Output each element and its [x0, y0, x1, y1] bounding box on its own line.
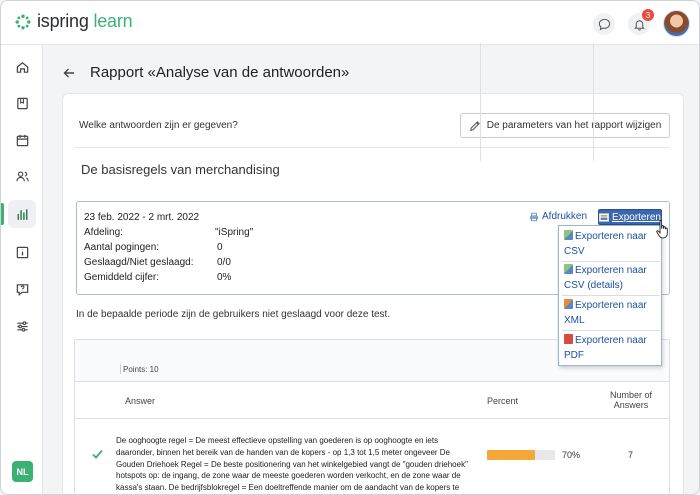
hand-cursor-icon	[656, 220, 668, 239]
question-text: Welke antwoorden zijn er gegeven?	[79, 120, 238, 131]
printer-icon	[529, 212, 539, 221]
export-button[interactable]: Exporteren	[598, 209, 662, 225]
column-header-answer: Answer	[125, 396, 156, 406]
print-label: Afdrukken	[542, 211, 588, 222]
menu-divider	[562, 330, 660, 331]
date-range: 23 feb. 2022 - 2 mrt. 2022	[84, 212, 200, 223]
percent-bar-fill	[487, 450, 535, 460]
export-pdf-option[interactable]: Exporteren naar PDF	[562, 333, 660, 363]
export-option-text: Exporteren naar	[575, 335, 647, 346]
print-link[interactable]: Afdrukken	[529, 211, 587, 222]
export-icon	[599, 212, 610, 222]
csv-file-icon	[564, 264, 573, 274]
change-parameters-label: De parameters van het rapport wijzigen	[486, 120, 662, 131]
sidebar-item-help[interactable]	[8, 275, 36, 303]
column-header-percent: Percent	[487, 396, 519, 406]
summary-value: 0%	[217, 272, 232, 283]
summary-label: Afdeling:	[84, 227, 123, 238]
pdf-file-icon	[564, 334, 573, 344]
answer-count: 7	[628, 450, 634, 460]
answer-text: De ooghoogte regel = De meest effectieve…	[116, 436, 468, 493]
ispring-logo-icon	[15, 14, 31, 29]
change-parameters-button[interactable]: De parameters van het rapport wijzigen	[460, 113, 670, 138]
divider	[74, 147, 670, 148]
info-icon	[16, 246, 28, 258]
export-option-format: CSV	[564, 246, 585, 257]
table-header-row	[75, 382, 669, 419]
back-arrow-icon[interactable]	[61, 65, 77, 81]
csv-file-icon	[564, 230, 573, 240]
sidebar-item-calendar[interactable]	[8, 126, 36, 154]
course-title: De basisregels van merchandising	[81, 162, 280, 177]
sidebar-item-reports[interactable]	[1, 200, 36, 228]
summary-value: "iSpring"	[215, 227, 254, 238]
column-header-number-line: Number of	[609, 390, 653, 400]
logo-text: ispring learn	[37, 11, 133, 31]
export-menu: Exporteren naar CSV Exporteren naar CSV (d…	[558, 225, 662, 366]
settings-sliders-icon	[16, 320, 28, 332]
notifications-button[interactable]: 3	[628, 9, 654, 35]
column-divider	[480, 43, 481, 161]
column-header-number-line: Answers	[613, 400, 649, 410]
export-option-text: Exporteren naar	[575, 300, 647, 311]
sidebar-item-settings[interactable]	[8, 312, 36, 340]
menu-divider	[562, 295, 660, 296]
avatar[interactable]	[663, 10, 690, 37]
export-csv-details-option[interactable]: Exporteren naar CSV (details)	[562, 263, 660, 293]
pencil-icon	[469, 120, 480, 131]
calendar-icon	[16, 134, 28, 146]
summary-value: 0	[217, 242, 223, 253]
points-label: Points: 10	[120, 365, 159, 374]
export-label: Exporteren	[612, 211, 661, 223]
export-csv-option[interactable]: Exporteren naar CSV	[562, 229, 660, 259]
user-initials-avatar[interactable]: NL	[12, 461, 33, 482]
app-window: ispring learn 3 NL Rapport «Analyse van …	[0, 0, 700, 495]
percent-value: 70%	[562, 450, 581, 460]
row-divider	[75, 418, 669, 419]
export-option-text: Exporteren naar	[575, 265, 647, 276]
summary-label: Gemiddeld cijfer:	[84, 272, 160, 283]
column-divider	[593, 43, 594, 161]
correct-check-icon	[92, 449, 103, 459]
book-icon	[16, 97, 28, 109]
column-header-number: Number of Answers	[598, 390, 664, 410]
export-xml-option[interactable]: Exporteren naar XML	[562, 298, 660, 328]
home-icon	[16, 61, 28, 73]
sidebar: NL	[1, 45, 43, 494]
top-bar: ispring learn 3	[1, 1, 699, 45]
export-option-format: CSV (details)	[564, 280, 623, 291]
help-icon	[16, 283, 28, 296]
logo[interactable]: ispring learn	[15, 11, 133, 32]
export-option-format: XML	[564, 315, 585, 326]
notification-badge: 3	[642, 9, 654, 21]
sidebar-item-home[interactable]	[8, 53, 36, 81]
chat-bubble-icon	[598, 18, 610, 30]
info-message: In de bepaalde periode zijn de gebruiker…	[76, 309, 391, 320]
sidebar-item-courses[interactable]	[8, 89, 36, 117]
summary-value: 0/0	[217, 257, 231, 268]
page-title: Rapport «Analyse van de antwoorden»	[90, 64, 350, 81]
users-icon	[15, 170, 29, 181]
reports-icon	[17, 208, 27, 220]
export-option-format: PDF	[564, 350, 584, 361]
sidebar-item-users[interactable]	[8, 162, 36, 190]
sidebar-item-info[interactable]	[8, 238, 36, 266]
percent-bar	[487, 450, 555, 460]
summary-label: Aantal pogingen:	[84, 242, 160, 253]
chat-button[interactable]	[593, 13, 615, 35]
xml-file-icon	[564, 299, 573, 309]
menu-divider	[562, 261, 660, 262]
export-option-text: Exporteren naar	[575, 231, 647, 242]
summary-label: Geslaagd/Niet geslaagd:	[84, 257, 194, 268]
